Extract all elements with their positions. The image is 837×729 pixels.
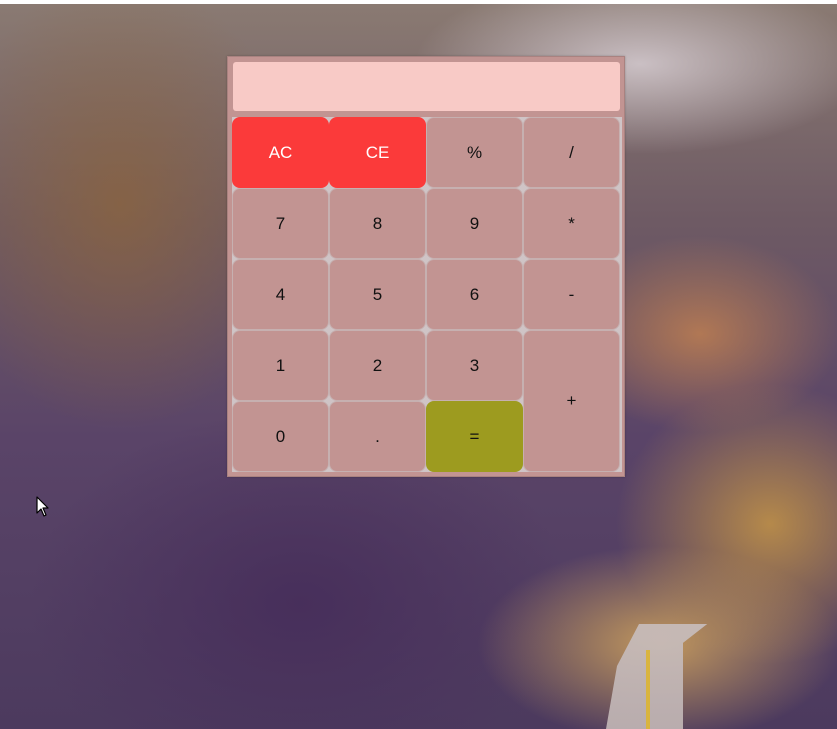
calculator: AC CE % / 7 8 9 * 4 5 6 - 1 2 3 + 0 . = — [227, 56, 625, 477]
page: AC CE % / 7 8 9 * 4 5 6 - 1 2 3 + 0 . = — [0, 0, 837, 729]
divide-button[interactable]: / — [523, 117, 620, 188]
digit-9-button[interactable]: 9 — [426, 188, 523, 259]
digit-7-button[interactable]: 7 — [232, 188, 329, 259]
digit-4-button[interactable]: 4 — [232, 259, 329, 330]
equals-button[interactable]: = — [426, 401, 523, 472]
digit-5-button[interactable]: 5 — [329, 259, 426, 330]
mouse-pointer-icon — [36, 496, 49, 517]
digit-3-button[interactable]: 3 — [426, 330, 523, 401]
all-clear-button[interactable]: AC — [232, 117, 329, 188]
digit-0-button[interactable]: 0 — [232, 401, 329, 472]
digit-6-button[interactable]: 6 — [426, 259, 523, 330]
digit-2-button[interactable]: 2 — [329, 330, 426, 401]
keypad: AC CE % / 7 8 9 * 4 5 6 - 1 2 3 + 0 . = — [232, 117, 622, 472]
decimal-point-button[interactable]: . — [329, 401, 426, 472]
digit-1-button[interactable]: 1 — [232, 330, 329, 401]
digit-8-button[interactable]: 8 — [329, 188, 426, 259]
plus-button[interactable]: + — [523, 330, 620, 472]
percent-button[interactable]: % — [426, 117, 523, 188]
minus-button[interactable]: - — [523, 259, 620, 330]
clear-entry-button[interactable]: CE — [329, 117, 426, 188]
calculator-display[interactable] — [233, 62, 620, 111]
multiply-button[interactable]: * — [523, 188, 620, 259]
road-center-line — [646, 650, 650, 729]
